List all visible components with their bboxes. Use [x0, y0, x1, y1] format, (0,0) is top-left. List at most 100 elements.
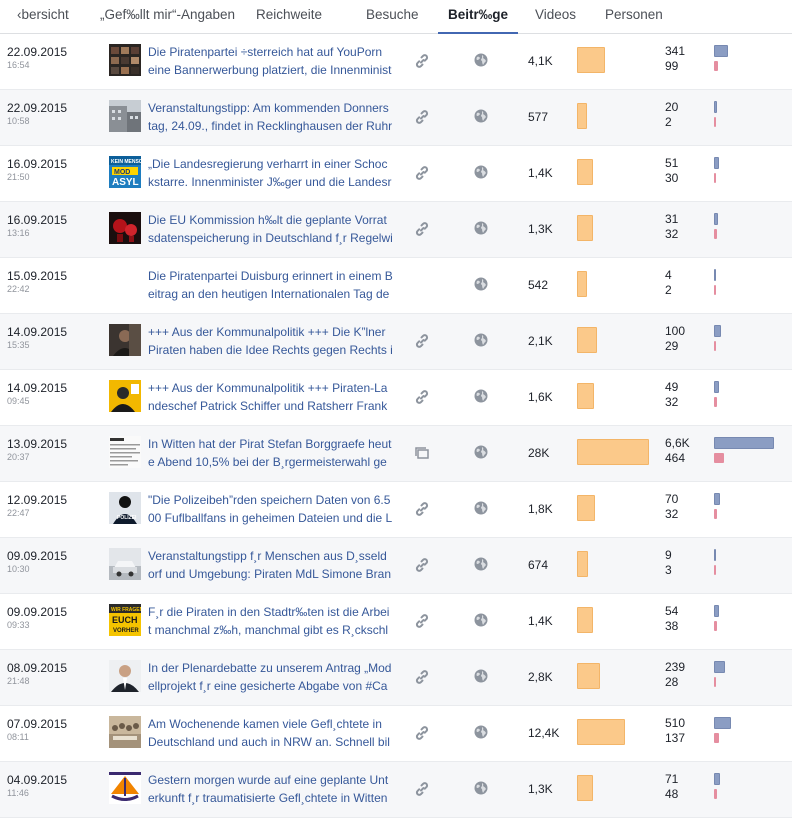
post-link[interactable]: Veranstaltungstipp f¸r Menschen aus D¸ss… — [148, 547, 396, 583]
reactions-value: 28 — [665, 675, 678, 689]
post-thumbnail[interactable] — [109, 212, 141, 244]
table-row: 14.09.2015 15:35 +++ Aus der Kommunalpol… — [0, 314, 792, 370]
svg-text:POLIZEI: POLIZEI — [117, 515, 137, 521]
reach-bar — [577, 271, 587, 297]
tab-6[interactable]: Personen — [605, 0, 663, 34]
post-date: 08.09.2015 — [7, 661, 67, 675]
reactions-bar — [714, 285, 716, 295]
globe-icon — [474, 165, 488, 179]
post-link[interactable]: In Witten hat der Pirat Stefan Borggraef… — [148, 435, 396, 471]
link-icon — [414, 669, 430, 685]
post-link[interactable]: Am Wochenende kamen viele Gefl¸chtete in… — [148, 715, 396, 751]
svg-text:ASYL: ASYL — [112, 177, 139, 188]
post-thumbnail[interactable] — [109, 436, 141, 468]
post-link[interactable]: "Die Polizeibeh”rden speichern Daten von… — [148, 491, 396, 527]
reactions-bar — [714, 789, 717, 799]
post-time: 16:54 — [7, 60, 30, 70]
reactions-bar — [714, 453, 724, 463]
post-link[interactable]: Die EU Kommission h‰lt die geplante Vorr… — [148, 211, 396, 247]
post-link[interactable]: „Die Landesregierung verharrt in einer S… — [148, 155, 396, 191]
clicks-bar — [714, 213, 718, 225]
post-thumbnail[interactable] — [109, 268, 141, 300]
post-thumbnail[interactable] — [109, 548, 141, 580]
post-date: 14.09.2015 — [7, 381, 67, 395]
clicks-value: 510 — [665, 716, 685, 730]
post-link[interactable]: In der Plenardebatte zu unserem Antrag „… — [148, 659, 396, 695]
reach-value: 28K — [528, 446, 549, 460]
reactions-value: 48 — [665, 787, 678, 801]
reach-value: 12,4K — [528, 726, 559, 740]
post-text-line: eitrag an den heutigen Internationalen T… — [148, 285, 396, 303]
post-link[interactable]: +++ Aus der Kommunalpolitik +++ Piraten-… — [148, 379, 396, 415]
tab-5[interactable]: Videos — [535, 0, 576, 34]
post-link[interactable]: Veranstaltungstipp: Am kommenden Donners… — [148, 99, 396, 135]
reactions-value: 29 — [665, 339, 678, 353]
reach-bar — [577, 663, 600, 689]
post-thumbnail[interactable] — [109, 380, 141, 412]
post-link[interactable]: Die Piratenpartei Duisburg erinnert in e… — [148, 267, 396, 303]
table-row: 16.09.2015 13:16 Die EU Kommission h‰lt … — [0, 202, 792, 258]
post-thumbnail[interactable] — [109, 324, 141, 356]
post-thumbnail[interactable] — [109, 100, 141, 132]
tab-3[interactable]: Besuche — [366, 0, 419, 34]
link-icon — [414, 165, 430, 181]
clicks-value: 100 — [665, 324, 685, 338]
album-icon — [414, 445, 430, 461]
tab-1[interactable]: „Gef‰llt mir“-Angaben — [100, 0, 235, 34]
reach-bar — [577, 159, 593, 185]
globe-icon — [474, 109, 488, 123]
post-link[interactable]: +++ Aus der Kommunalpolitik +++ Die K”ln… — [148, 323, 396, 359]
post-time: 22:47 — [7, 508, 30, 518]
post-link[interactable]: Gestern morgen wurde auf eine geplante U… — [148, 771, 396, 807]
link-icon — [414, 725, 430, 741]
post-time: 15:35 — [7, 340, 30, 350]
post-date: 16.09.2015 — [7, 157, 67, 171]
post-date: 09.09.2015 — [7, 549, 67, 563]
post-thumbnail[interactable] — [109, 716, 141, 748]
post-thumbnail[interactable]: POLIZEI — [109, 492, 141, 524]
reactions-bar — [714, 229, 717, 239]
globe-icon — [474, 557, 488, 571]
globe-icon — [474, 389, 488, 403]
table-row: 04.09.2015 11:46 Gestern morgen wurde au… — [0, 762, 792, 818]
post-date: 15.09.2015 — [7, 269, 67, 283]
post-link[interactable]: F¸r die Piraten in den Stadtr‰ten ist di… — [148, 603, 396, 639]
reach-value: 542 — [528, 278, 548, 292]
post-text-line: "Die Polizeibeh”rden speichern Daten von… — [148, 491, 396, 509]
link-icon — [414, 221, 430, 237]
table-row: 08.09.2015 21:48 In der Plenardebatte zu… — [0, 650, 792, 706]
reach-bar — [577, 383, 594, 409]
reactions-value: 2 — [665, 115, 672, 129]
reactions-value: 3 — [665, 563, 672, 577]
clicks-bar — [714, 325, 721, 337]
reactions-value: 32 — [665, 507, 678, 521]
post-text-line: tag, 24.09., findet in Recklinghausen de… — [148, 117, 396, 135]
post-time: 21:48 — [7, 676, 30, 686]
svg-text:MOD: MOD — [114, 169, 130, 176]
tab-4[interactable]: Beitr‰ge — [448, 0, 508, 34]
post-text-line: Die Piratenpartei Duisburg erinnert in e… — [148, 267, 396, 285]
tab-0[interactable]: ‹bersicht — [17, 0, 69, 34]
reach-value: 674 — [528, 558, 548, 572]
tab-2[interactable]: Reichweite — [256, 0, 322, 34]
post-time: 08:11 — [7, 732, 29, 742]
reach-bar — [577, 47, 605, 73]
post-thumbnail[interactable] — [109, 44, 141, 76]
reactions-value: 32 — [665, 395, 678, 409]
clicks-bar — [714, 381, 719, 393]
post-thumbnail[interactable] — [109, 772, 141, 804]
reach-bar — [577, 327, 597, 353]
reach-bar — [577, 551, 588, 577]
post-link[interactable]: Die Piratenpartei ÷sterreich hat auf You… — [148, 43, 396, 79]
svg-text:WIR FRAGEN: WIR FRAGEN — [111, 607, 141, 613]
post-thumbnail[interactable]: WIR FRAGENEUCHVORHER — [109, 604, 141, 636]
post-time: 13:16 — [7, 228, 30, 238]
post-date: 07.09.2015 — [7, 717, 67, 731]
post-thumbnail[interactable] — [109, 660, 141, 692]
post-text-line: Die Piratenpartei ÷sterreich hat auf You… — [148, 43, 396, 61]
post-date: 22.09.2015 — [7, 101, 67, 115]
post-text-line: Piraten haben die Idee Rechts gegen Rech… — [148, 341, 396, 359]
clicks-value: 239 — [665, 660, 685, 674]
clicks-bar — [714, 437, 774, 449]
post-thumbnail[interactable]: KEIN MENSCHMODASYL — [109, 156, 141, 188]
